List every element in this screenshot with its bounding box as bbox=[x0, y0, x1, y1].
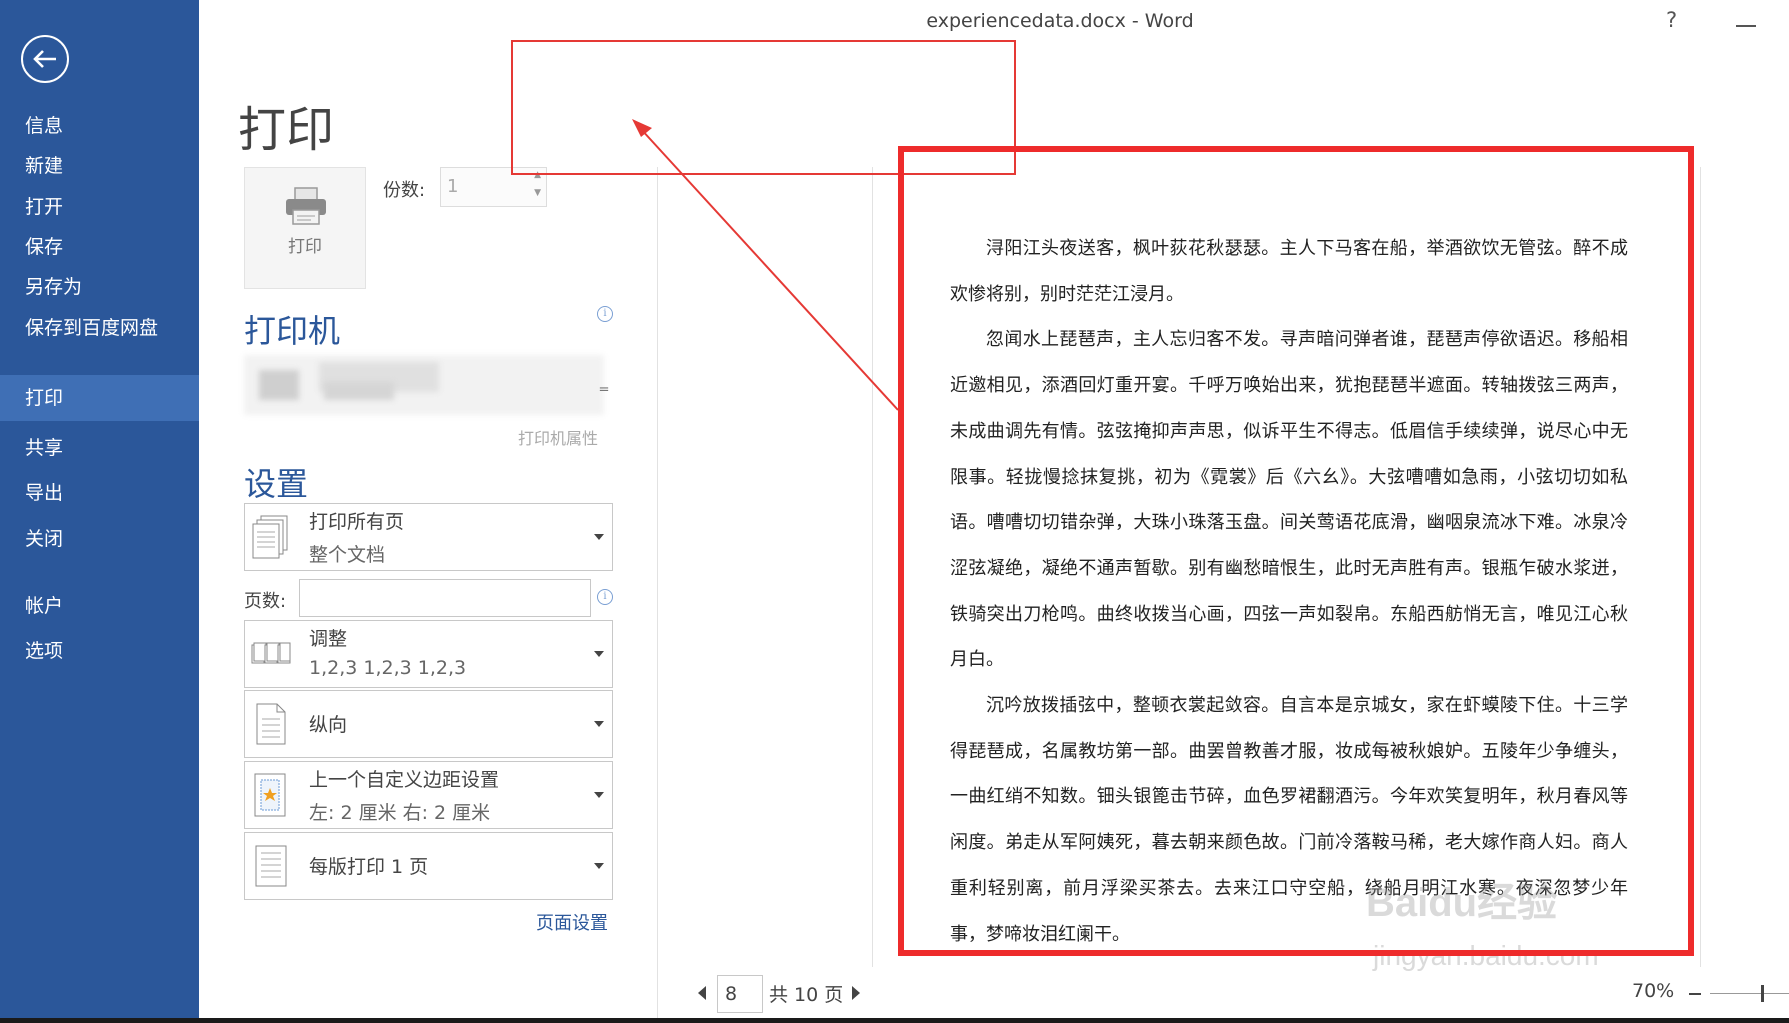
page-number-input[interactable]: 8 bbox=[717, 975, 763, 1013]
zoom-slider-thumb[interactable] bbox=[1761, 985, 1765, 1002]
annotation-arrow bbox=[632, 119, 899, 411]
previous-page-button[interactable] bbox=[698, 986, 706, 1000]
zoom-level[interactable]: 70% bbox=[1632, 980, 1674, 1002]
next-page-button[interactable] bbox=[852, 986, 860, 1000]
zoom-slider[interactable] bbox=[1710, 993, 1789, 994]
total-pages: 共 10 页 bbox=[769, 984, 844, 1006]
zoom-out-button[interactable] bbox=[1689, 993, 1701, 995]
